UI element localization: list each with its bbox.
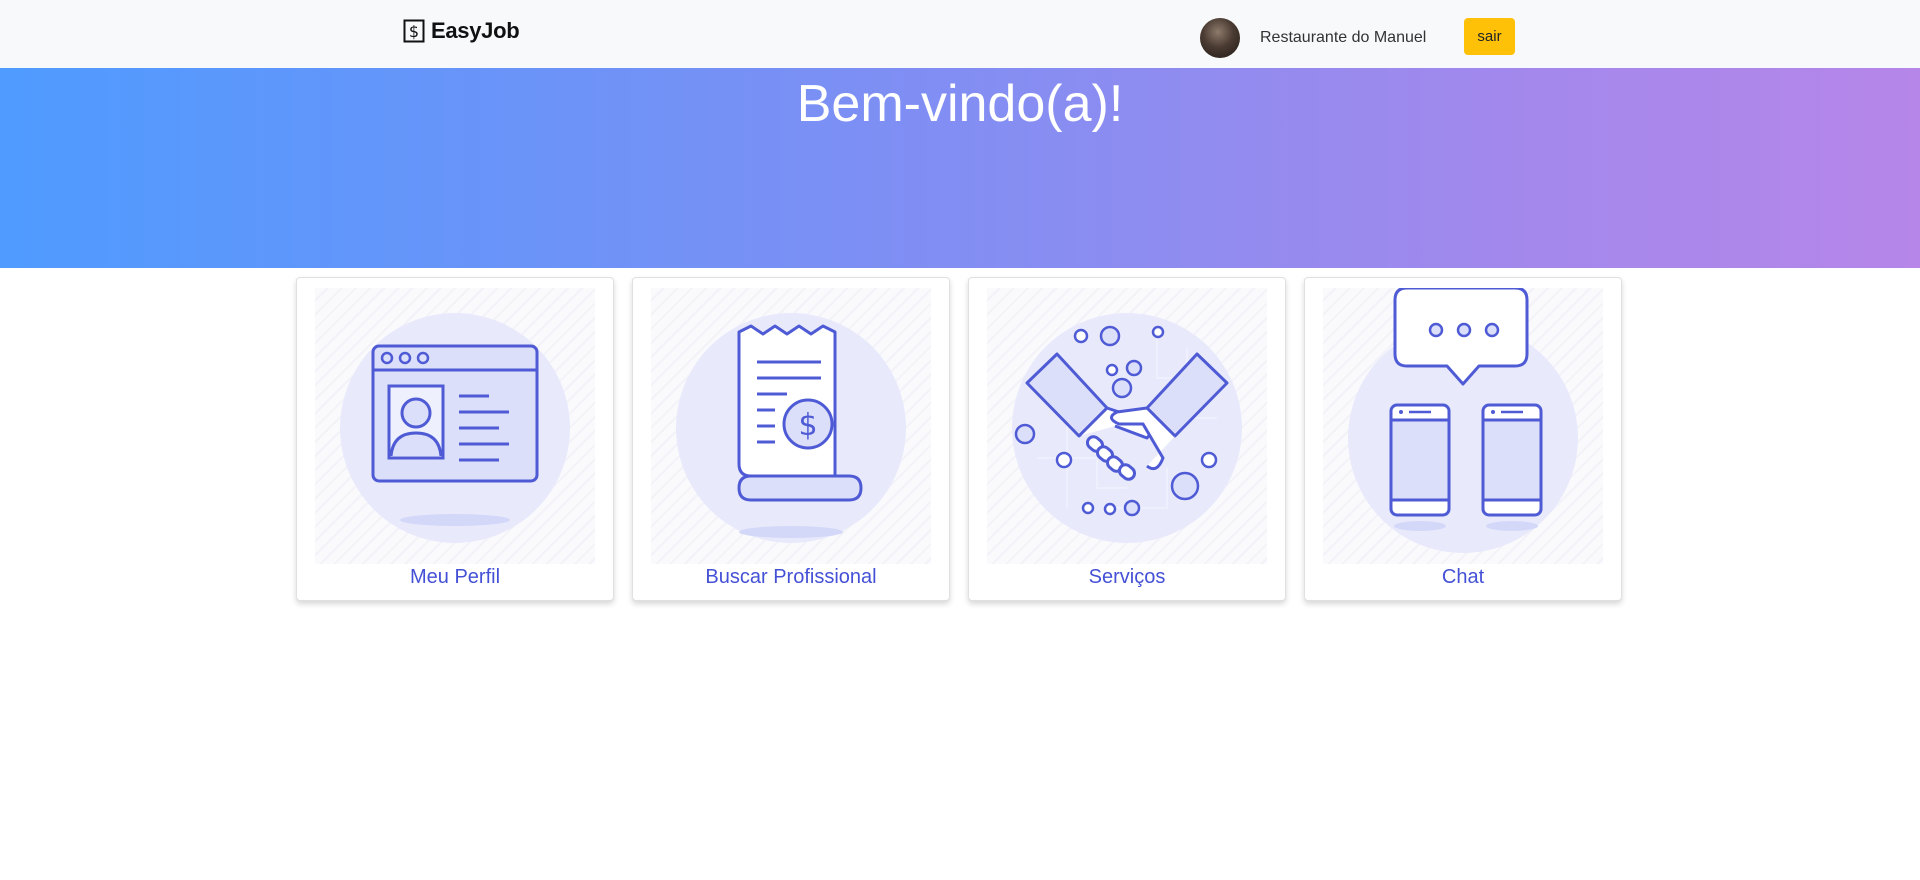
brand-name: EasyJob — [431, 18, 520, 43]
card-chat[interactable]: Chat — [1304, 277, 1622, 601]
receipt-dollar-icon: $ — [651, 288, 931, 564]
top-navbar: $ EasyJob Restaurante do Manuel sair — [0, 0, 1920, 68]
card-label: Chat — [1441, 566, 1485, 588]
user-name: Restaurante do Manuel — [1260, 29, 1427, 46]
card-meu-perfil[interactable]: Meu Perfil — [296, 277, 614, 601]
svg-text:$: $ — [409, 22, 419, 41]
svg-text:$: $ — [798, 408, 817, 443]
welcome-banner: Bem-vindo(a)! — [0, 68, 1920, 268]
welcome-title: Bem-vindo(a)! — [796, 75, 1124, 133]
logout-button[interactable]: sair — [1464, 18, 1515, 55]
card-buscar-profissional[interactable]: $ Buscar Profissional — [632, 277, 950, 601]
chat-phones-icon — [1323, 288, 1603, 564]
dollar-box-icon: $ — [403, 19, 425, 43]
card-servicos[interactable]: Serviços — [968, 277, 1286, 601]
handshake-icon — [987, 288, 1267, 564]
brand-logo-link[interactable]: $ EasyJob — [403, 18, 520, 44]
card-label: Serviços — [1088, 566, 1166, 588]
user-avatar[interactable] — [1200, 18, 1240, 58]
card-label: Buscar Profissional — [705, 566, 877, 588]
card-label: Meu Perfil — [409, 566, 501, 588]
profile-card-icon — [315, 288, 595, 564]
